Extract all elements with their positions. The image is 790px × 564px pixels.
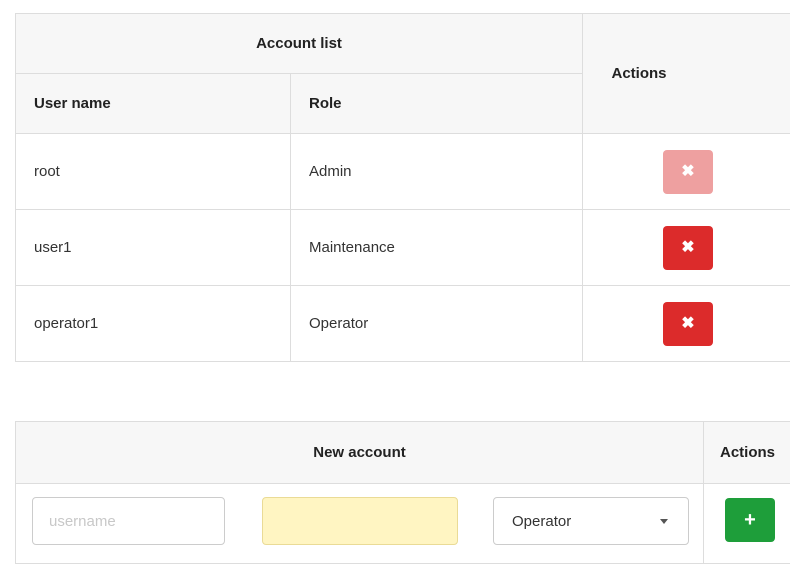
- delete-button[interactable]: ✖: [663, 226, 713, 270]
- role-select[interactable]: Operator: [493, 497, 689, 545]
- close-icon: ✖: [681, 163, 694, 180]
- new-account-table: New account Actions Operator +: [15, 421, 790, 564]
- table-row: root Admin ✖: [16, 134, 790, 210]
- role-select-value: Operator: [512, 513, 571, 530]
- close-icon: ✖: [681, 239, 694, 256]
- actions-header: Actions: [583, 14, 790, 134]
- role-cell: Operator: [291, 286, 583, 362]
- plus-icon: +: [744, 509, 756, 531]
- new-account-actions-header: Actions: [704, 422, 790, 484]
- role-cell: Maintenance: [291, 210, 583, 286]
- new-account-title: New account: [16, 422, 704, 484]
- column-header-role: Role: [291, 74, 583, 134]
- username-cell: root: [16, 134, 291, 210]
- username-cell: operator1: [16, 286, 291, 362]
- account-list-title: Account list: [16, 14, 583, 74]
- username-cell: user1: [16, 210, 291, 286]
- column-header-username: User name: [16, 74, 291, 134]
- table-row: operator1 Operator ✖: [16, 286, 790, 362]
- close-icon: ✖: [681, 315, 694, 332]
- chevron-down-icon: [660, 519, 668, 524]
- account-list-table: Account list Actions User name Role root…: [15, 13, 790, 362]
- table-row: user1 Maintenance ✖: [16, 210, 790, 286]
- role-cell: Admin: [291, 134, 583, 210]
- password-input[interactable]: [262, 497, 458, 545]
- username-input[interactable]: [32, 497, 225, 545]
- delete-button[interactable]: ✖: [663, 302, 713, 346]
- delete-button-disabled: ✖: [663, 150, 713, 194]
- add-account-button[interactable]: +: [725, 498, 775, 542]
- actions-header-label: Actions: [611, 65, 666, 82]
